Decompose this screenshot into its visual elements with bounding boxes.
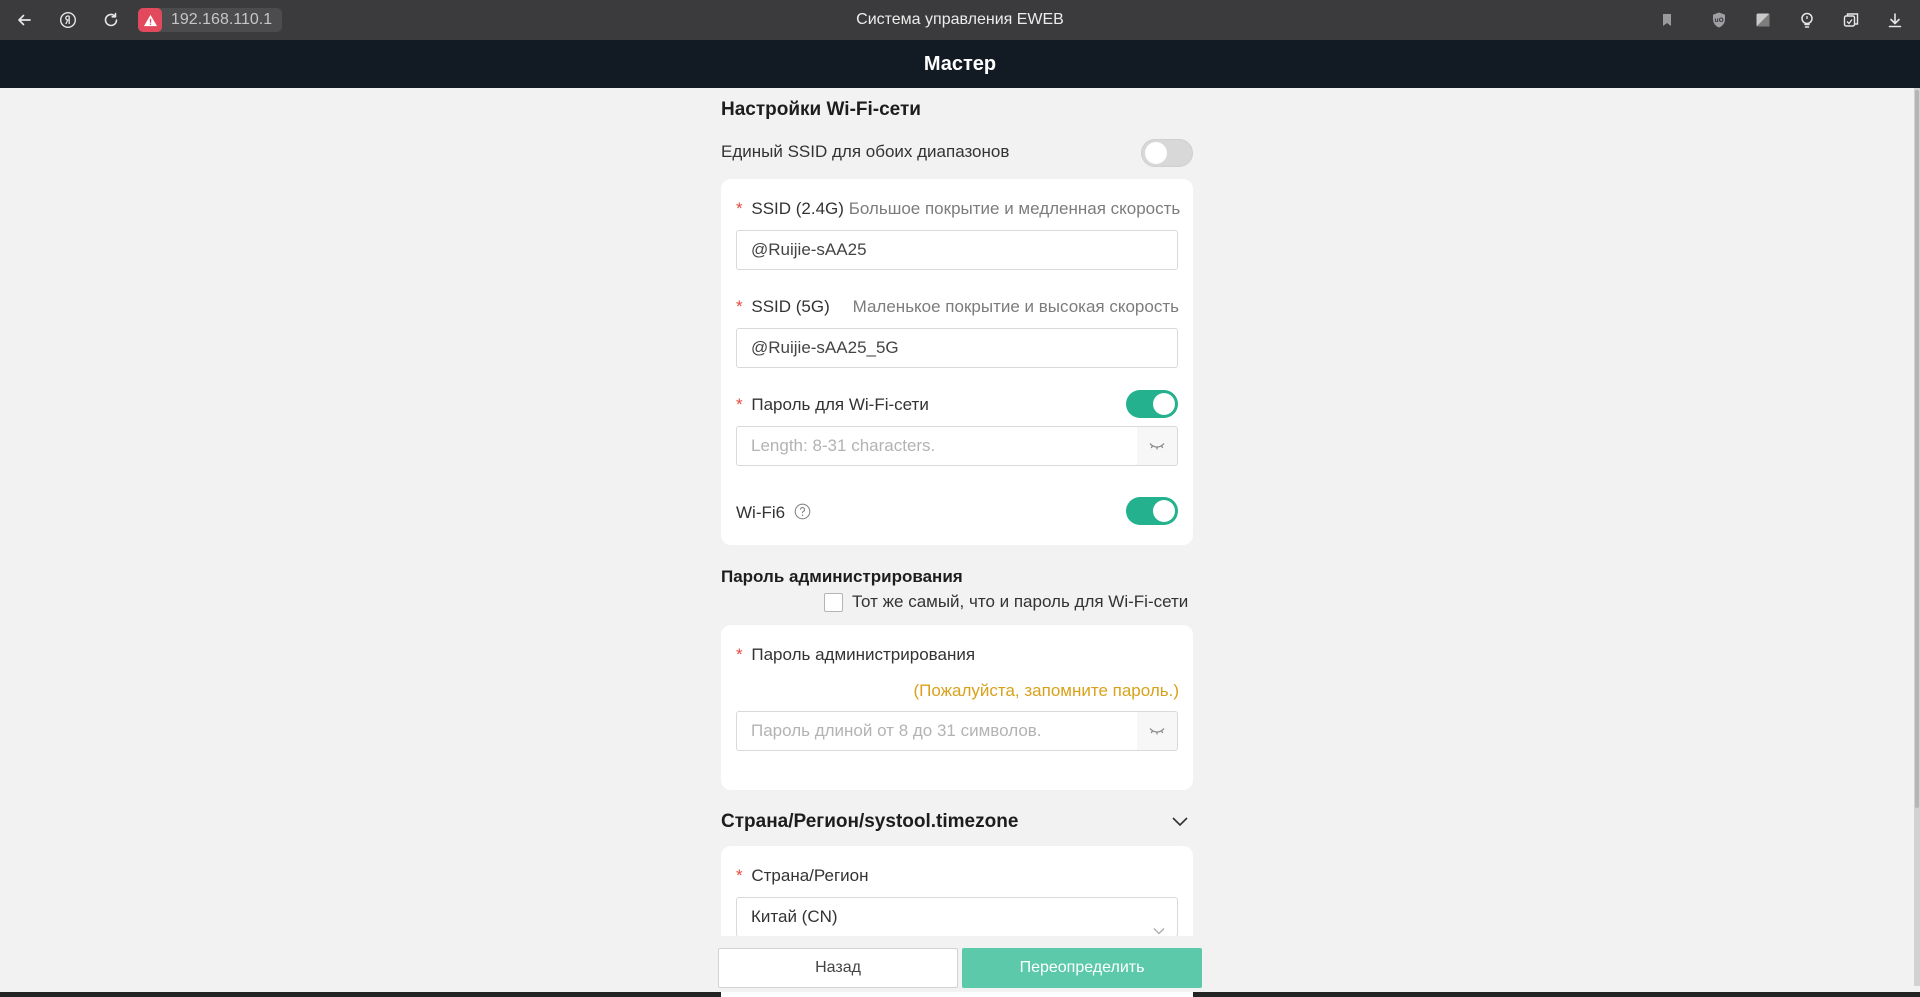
lightbulb-icon[interactable] (1794, 8, 1820, 32)
help-icon[interactable] (794, 503, 811, 525)
admin-password-input[interactable] (736, 711, 1138, 751)
extension-icon[interactable] (1750, 8, 1776, 32)
ssid5-hint-text: Маленькое покрытие и высокая скорость (852, 297, 1179, 316)
wifi-password-toggle[interactable] (1126, 390, 1178, 418)
ublock-icon[interactable]: uO (1706, 8, 1732, 32)
ssid24-hint: Большое покрытие и медленная скорость (848, 199, 1181, 218)
toggle-knob (1153, 500, 1175, 522)
wifi-password-label: * Пароль для Wi-Fi-сети (736, 395, 929, 415)
warning-icon (138, 8, 162, 32)
required-mark: * (736, 645, 743, 664)
wifi-section-title: Настройки Wi-Fi-сети (721, 99, 921, 120)
admin-section-title: Пароль администрирования (721, 567, 963, 586)
country-label-text: Страна/Регион (751, 866, 869, 885)
address-text: 192.168.110.1 (171, 11, 273, 28)
ssid24-label: * SSID (2.4G) Большое покрытие и медленн… (736, 199, 1180, 219)
required-mark: * (736, 395, 743, 414)
ssid24-label-text: SSID (2.4G) (751, 199, 844, 218)
tabs-icon[interactable] (1838, 8, 1864, 32)
required-mark: * (736, 297, 743, 316)
ssid5-hint: Маленькое покрытие и высокая скорость (853, 297, 1179, 317)
back-arrow-icon[interactable] (11, 8, 37, 32)
ssid5-input[interactable] (736, 328, 1178, 368)
ssid5-label: * SSID (5G) (736, 297, 830, 317)
scrollbar-thumb[interactable] (1915, 90, 1919, 808)
chevron-down-icon[interactable] (1171, 814, 1189, 828)
region-section-title: Страна/Регион/systool.timezone (721, 811, 1019, 832)
page-title: Мастер (0, 40, 1920, 88)
wifi6-label-text: Wi-Fi6 (736, 503, 786, 522)
toggle-knob (1153, 393, 1175, 415)
wifi-password-input[interactable] (736, 426, 1138, 466)
svg-text:uO: uO (1714, 17, 1723, 24)
override-button[interactable]: Переопределить (962, 948, 1202, 988)
country-label: * Страна/Регион (736, 866, 868, 886)
address-bar[interactable]: 192.168.110.1 (138, 8, 283, 32)
ssid24-input[interactable] (736, 230, 1178, 270)
ssid5-label-text: SSID (5G) (751, 297, 830, 316)
unified-ssid-toggle[interactable] (1141, 139, 1193, 167)
admin-password-group (736, 711, 1178, 751)
toggle-knob (1145, 142, 1167, 164)
admin-password-reminder: (Пожалуйста, запомните пароль.) (913, 681, 1180, 700)
eye-closed-icon[interactable] (1137, 711, 1178, 751)
eye-closed-icon[interactable] (1137, 426, 1178, 466)
window-title: Система управления EWEB (856, 11, 1064, 28)
yandex-icon[interactable] (55, 8, 81, 32)
admin-card: * Пароль администрирования (Пожалуйста, … (721, 625, 1193, 790)
same-as-wifi-checkbox[interactable] (824, 593, 843, 612)
wifi6-label: Wi-Fi6 (736, 503, 811, 525)
country-select-value: Китай (CN) (751, 907, 838, 926)
required-mark: * (736, 866, 743, 885)
admin-password-label: * Пароль администрирования (736, 645, 975, 665)
back-button[interactable]: Назад (718, 948, 958, 988)
admin-password-label-text: Пароль администрирования (751, 645, 976, 664)
reload-icon[interactable] (98, 8, 124, 32)
bookmark-icon[interactable] (1654, 8, 1680, 32)
wifi-card: * SSID (2.4G) Большое покрытие и медленн… (721, 179, 1193, 545)
wifi6-toggle[interactable] (1126, 497, 1178, 525)
wifi-password-label-text: Пароль для Wi-Fi-сети (751, 395, 929, 414)
wifi-password-group (736, 426, 1178, 466)
required-mark: * (736, 199, 743, 218)
same-as-wifi-label: Тот же самый, что и пароль для Wi-Fi-сет… (852, 592, 1189, 611)
download-icon[interactable] (1882, 8, 1908, 32)
country-select[interactable]: Китай (CN) (736, 897, 1178, 937)
browser-toolbar: 192.168.110.1 Система управления EWEB uO (0, 0, 1920, 40)
unified-ssid-label: Единый SSID для обоих диапазонов (721, 142, 1010, 161)
